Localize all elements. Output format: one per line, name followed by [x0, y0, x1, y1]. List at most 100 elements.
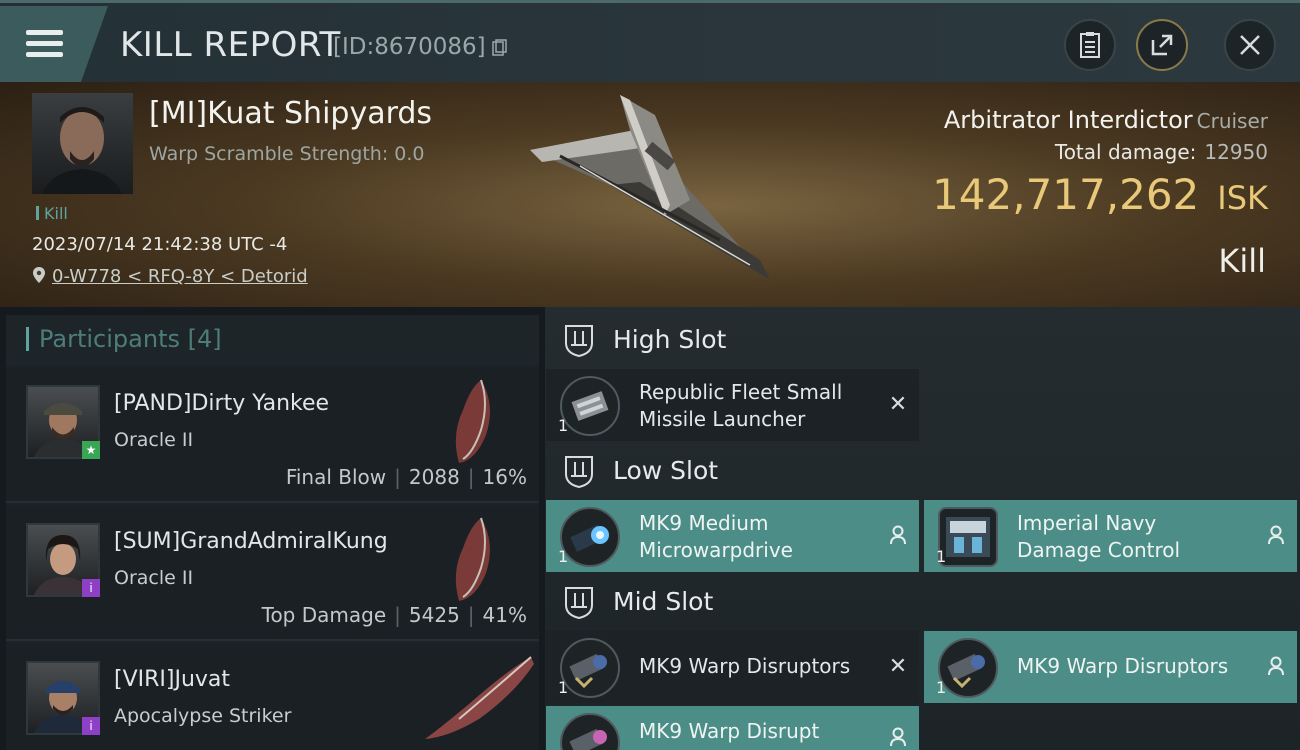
module-quantity: 1	[558, 678, 569, 697]
module-name-line2: Missile Launcher	[639, 407, 806, 431]
corp-badge-icon: ★	[82, 441, 100, 459]
share-button[interactable]	[1136, 19, 1188, 71]
kill-location[interactable]: 0-W778 < RFQ-8Y < Detorid	[32, 266, 308, 287]
participant-ship: Oracle II	[114, 429, 194, 451]
damage-control-icon	[938, 507, 998, 567]
participant-name: [SUM]GrandAdmiralKung	[114, 529, 388, 554]
participant-ship: Oracle II	[114, 567, 194, 589]
victim-ship: Arbitrator Interdictor Cruiser	[944, 106, 1268, 134]
module-item[interactable]: MK9 Warp Disrupt	[546, 706, 919, 750]
ship-thumbnail	[425, 656, 534, 739]
module-quantity: 1	[558, 547, 569, 566]
module-item[interactable]: 1 Imperial Navy Damage Control	[924, 500, 1297, 572]
warp-disruptor-icon	[560, 638, 620, 698]
copy-icon[interactable]	[492, 39, 507, 56]
participants-title: Participants [4]	[26, 325, 222, 353]
participant-percent: 16%	[482, 465, 527, 489]
participants-header: Participants [4]	[6, 315, 539, 365]
ship-thumbnail	[455, 379, 490, 463]
high-slot-label: High Slot	[613, 325, 727, 354]
isk-amount: 142,717,262	[932, 170, 1200, 219]
warp-scramble-strength: Warp Scramble Strength: 0.0	[149, 143, 425, 165]
location-pin-icon	[33, 267, 45, 283]
low-slot-icon	[565, 456, 593, 488]
close-button[interactable]	[1224, 19, 1276, 71]
total-damage: Total damage: 12950	[1055, 140, 1268, 164]
kill-id: [ID:8670086]	[333, 34, 486, 60]
module-quantity: 1	[936, 678, 947, 697]
victim-ship-image	[530, 95, 770, 280]
dropped-person-icon	[887, 726, 909, 748]
participant-role: Final Blow	[285, 465, 387, 489]
module-quantity: 1	[936, 547, 947, 566]
corp-badge-icon: i	[82, 717, 100, 735]
participant-percent: 41%	[482, 603, 527, 627]
report-button[interactable]	[1064, 19, 1116, 71]
module-name: MK9 Medium Microwarpdrive	[639, 510, 793, 564]
isk-value: 142,717,262 ISK	[932, 170, 1268, 219]
participant-role: Top Damage	[261, 603, 387, 627]
isk-unit: ISK	[1217, 179, 1268, 217]
mid-slot-header: Mid Slot	[545, 575, 1300, 629]
module-name-line2: Microwarpdrive	[639, 538, 793, 562]
participant-damage: 5425	[408, 603, 460, 627]
module-quantity: 1	[558, 416, 569, 435]
avatar: i	[26, 523, 100, 597]
mid-slot-icon	[565, 587, 593, 619]
high-slot-header: High Slot	[545, 313, 1300, 367]
participant-stats: Final Blow | 2088 | 16%	[285, 465, 527, 489]
location-link[interactable]: 0-W778 < RFQ-8Y < Detorid	[52, 266, 308, 287]
high-slot-icon	[565, 325, 593, 357]
victim-portrait[interactable]	[32, 93, 133, 194]
module-item[interactable]: 1 Republic Fleet Small Missile Launcher …	[546, 369, 919, 441]
menu-button[interactable]	[0, 6, 108, 82]
participant-row[interactable]: ★ [PAND]Dirty Yankee Oracle II Final Blo…	[6, 367, 539, 503]
module-name-line1: MK9 Medium	[639, 511, 769, 535]
victim-name: [MI]Kuat Shipyards	[149, 96, 433, 131]
page-title: KILL REPORT	[120, 25, 341, 65]
avatar: i	[26, 661, 100, 735]
participant-name: [VIRI]Juvat	[114, 667, 231, 692]
low-slot-label: Low Slot	[613, 456, 719, 485]
total-damage-value: 12950	[1204, 140, 1268, 164]
share-icon	[1151, 34, 1173, 56]
module-item[interactable]: 1 MK9 Medium Microwarpdrive	[546, 500, 919, 572]
module-name-line1: Republic Fleet Small	[639, 380, 843, 404]
result-label: Kill	[1218, 242, 1266, 280]
module-item[interactable]: 1 MK9 Warp Disruptors ✕	[546, 631, 919, 703]
ship-name: Arbitrator Interdictor	[943, 106, 1193, 134]
total-damage-label: Total damage:	[1054, 140, 1197, 164]
module-name: Republic Fleet Small Missile Launcher	[639, 379, 842, 433]
ship-class: Cruiser	[1196, 109, 1268, 133]
dropped-person-icon	[887, 524, 909, 546]
microwarpdrive-icon	[560, 507, 620, 567]
dropped-person-icon	[1265, 655, 1287, 677]
module-item[interactable]: 1 MK9 Warp Disruptors	[924, 631, 1297, 703]
participant-damage: 2088	[408, 465, 460, 489]
warp-disruptor-icon	[560, 713, 620, 750]
low-slot-header: Low Slot	[545, 444, 1300, 498]
character-portrait-icon	[42, 107, 122, 194]
participant-row[interactable]: i [VIRI]Juvat Apocalypse Striker	[6, 643, 539, 750]
close-icon	[1240, 35, 1260, 55]
module-name-line1: Imperial Navy	[1017, 511, 1157, 535]
destroyed-icon: ✕	[888, 391, 908, 417]
warp-disruptor-icon	[938, 638, 998, 698]
participant-row[interactable]: i [SUM]GrandAdmiralKung Oracle II Top Da…	[6, 505, 539, 641]
participant-stats: Top Damage | 5425 | 41%	[261, 603, 527, 627]
module-name: Imperial Navy Damage Control	[1017, 510, 1180, 564]
top-bar: KILL REPORT [ID:8670086]	[0, 0, 1300, 82]
mid-slot-label: Mid Slot	[613, 587, 714, 616]
module-name: MK9 Warp Disrupt	[639, 719, 820, 743]
avatar: ★	[26, 385, 100, 459]
participant-name: [PAND]Dirty Yankee	[114, 391, 330, 416]
corp-badge-icon: i	[82, 579, 100, 597]
victim-summary: [MI]Kuat Shipyards Warp Scramble Strengt…	[0, 82, 1300, 307]
ship-thumbnail	[455, 517, 490, 601]
dropped-person-icon	[1265, 524, 1287, 546]
kill-tag: Kill	[36, 204, 68, 223]
clipboard-icon	[1080, 32, 1100, 58]
kill-datetime: 2023/07/14 21:42:38 UTC -4	[32, 234, 288, 255]
missile-launcher-icon	[560, 376, 620, 436]
participant-ship: Apocalypse Striker	[114, 705, 292, 727]
